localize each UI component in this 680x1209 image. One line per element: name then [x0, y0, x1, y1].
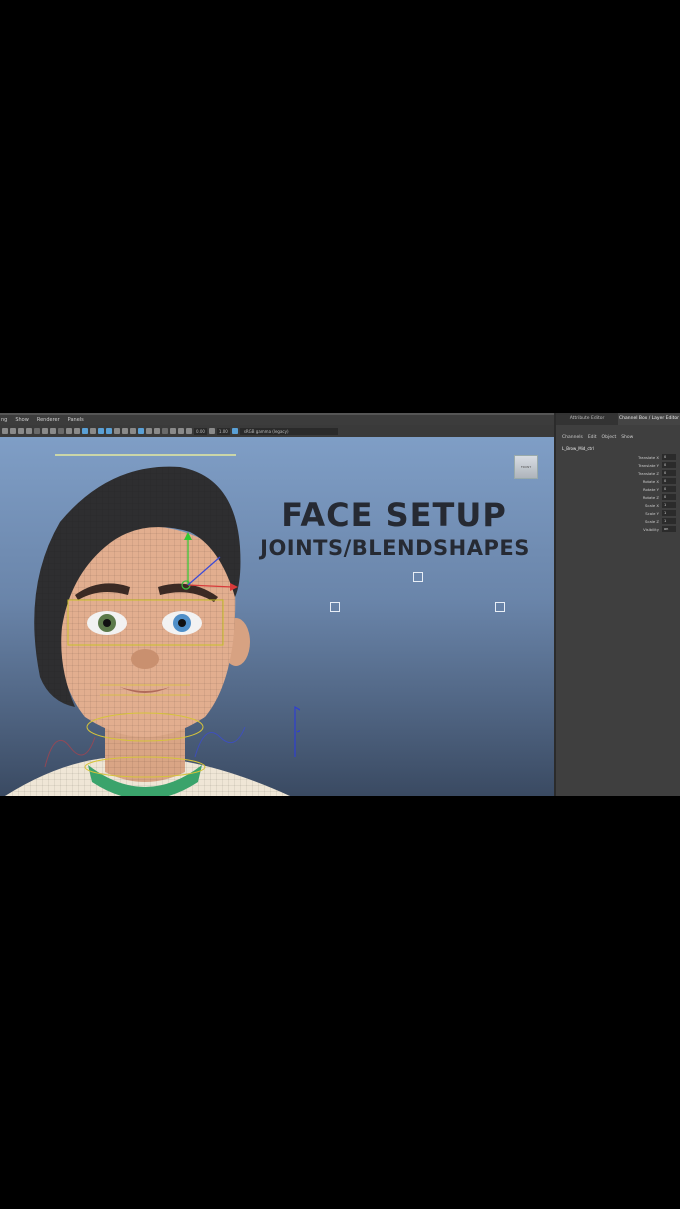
field-chart-icon[interactable]: [66, 428, 72, 434]
attr-row[interactable]: Rotate X0: [556, 477, 680, 485]
shadows-icon[interactable]: [122, 428, 128, 434]
attr-label: Scale Y: [645, 510, 659, 516]
attr-value[interactable]: 0: [662, 462, 676, 468]
camera-attributes-icon[interactable]: [10, 428, 16, 434]
attr-row[interactable]: Rotate Y0: [556, 485, 680, 493]
attr-value[interactable]: 1: [662, 502, 676, 508]
attr-row[interactable]: Visibility on: [556, 525, 680, 533]
viewport-toolbar: 0.00 1.00 sRGB gamma (legacy): [0, 425, 554, 437]
attr-row[interactable]: Scale Z1: [556, 517, 680, 525]
attr-value[interactable]: on: [662, 526, 676, 532]
panel-tabs: Attribute Editor Channel Box / Layer Edi…: [556, 413, 680, 425]
menu-edit[interactable]: Edit: [588, 435, 597, 440]
attr-label: Translate Z: [637, 470, 659, 476]
attr-row[interactable]: Rotate Z0: [556, 493, 680, 501]
character-head-model: [5, 454, 300, 796]
attr-label: Translate X: [637, 454, 659, 460]
channel-box-panel: Attribute Editor Channel Box / Layer Edi…: [554, 413, 680, 796]
menu-item-renderer[interactable]: Renderer: [37, 417, 60, 423]
attr-value[interactable]: 0: [662, 494, 676, 500]
motion-blur-icon[interactable]: [162, 428, 168, 434]
resolution-gate-icon[interactable]: [50, 428, 56, 434]
attr-label: Rotate X: [642, 478, 659, 484]
attr-label: Rotate Y: [643, 486, 659, 492]
menu-item-view[interactable]: ng: [1, 417, 7, 423]
attr-label: Translate Y: [638, 462, 659, 468]
channel-box-menu: Channels Edit Object Show: [556, 425, 680, 440]
bookmark-icon[interactable]: [18, 428, 24, 434]
grid-icon[interactable]: [34, 428, 40, 434]
gamma-icon[interactable]: [208, 428, 215, 434]
attr-row[interactable]: Scale Y1: [556, 509, 680, 517]
attribute-list: Translate X0 Translate Y0 Translate Z0 R…: [556, 453, 680, 533]
attr-label: Scale X: [644, 502, 659, 508]
view-transform-dropdown[interactable]: sRGB gamma (legacy): [239, 427, 338, 435]
color-management-icon[interactable]: [231, 428, 238, 434]
lights-icon[interactable]: [114, 428, 120, 434]
attr-value[interactable]: 0: [662, 486, 676, 492]
menu-show[interactable]: Show: [621, 435, 633, 440]
attr-value[interactable]: 0: [662, 454, 676, 460]
attr-label: Visibility: [643, 526, 659, 532]
depth-of-field-icon[interactable]: [178, 428, 184, 434]
attr-label: Rotate Z: [642, 494, 659, 500]
smooth-shade-icon[interactable]: [90, 428, 96, 434]
wireframe-on-shaded-icon[interactable]: [98, 428, 104, 434]
attr-row[interactable]: Scale X1: [556, 501, 680, 509]
ambient-occlusion-icon[interactable]: [130, 428, 136, 434]
attr-label: Scale Z: [644, 518, 659, 524]
tab-attribute-editor[interactable]: Attribute Editor: [556, 413, 618, 425]
menu-item-panels[interactable]: Panels: [68, 417, 84, 423]
attr-value[interactable]: 0: [662, 470, 676, 476]
attr-value[interactable]: 1: [662, 518, 676, 524]
3d-viewport[interactable]: FRONT FACE SETUP JOINTS/BLENDSHAPES: [0, 437, 554, 796]
control-box-right[interactable]: [495, 602, 505, 612]
safe-action-icon[interactable]: [74, 428, 80, 434]
attr-row[interactable]: Translate Z0: [556, 469, 680, 477]
attr-row[interactable]: Translate Y0: [556, 461, 680, 469]
overlay-subtitle: JOINTS/BLENDSHAPES: [260, 536, 530, 560]
overlay-title: FACE SETUP: [281, 496, 507, 534]
xray-icon[interactable]: [138, 428, 144, 434]
anti-aliasing-icon[interactable]: [170, 428, 176, 434]
view-cube[interactable]: FRONT: [514, 455, 538, 479]
isolate-select-icon[interactable]: [154, 428, 160, 434]
viewport-menu-bar: ng Show Renderer Panels: [0, 413, 554, 425]
menu-item-show[interactable]: Show: [15, 417, 29, 423]
image-plane-icon[interactable]: [26, 428, 32, 434]
xray-joints-icon[interactable]: [146, 428, 152, 434]
gate-mask-icon[interactable]: [58, 428, 64, 434]
menu-object[interactable]: Object: [602, 435, 617, 440]
selected-object-name[interactable]: L_Brow_Mid_ctrl: [556, 440, 680, 451]
gamma-field[interactable]: 1.00: [216, 427, 230, 435]
exposure-icon[interactable]: [186, 428, 192, 434]
control-box-top[interactable]: [413, 572, 423, 582]
attr-value[interactable]: 1: [662, 510, 676, 516]
attr-value[interactable]: 0: [662, 478, 676, 484]
film-gate-icon[interactable]: [42, 428, 48, 434]
attr-row[interactable]: Translate X0: [556, 453, 680, 461]
menu-channels[interactable]: Channels: [562, 435, 583, 440]
control-box-left[interactable]: [330, 602, 340, 612]
tab-channel-box[interactable]: Channel Box / Layer Editor: [618, 413, 680, 425]
exposure-field[interactable]: 0.00: [194, 427, 207, 435]
select-camera-icon[interactable]: [2, 428, 8, 434]
maya-window: ng Show Renderer Panels 0.00 1.00 sRGB g…: [0, 413, 680, 796]
wireframe-icon[interactable]: [82, 428, 88, 434]
textured-icon[interactable]: [106, 428, 112, 434]
